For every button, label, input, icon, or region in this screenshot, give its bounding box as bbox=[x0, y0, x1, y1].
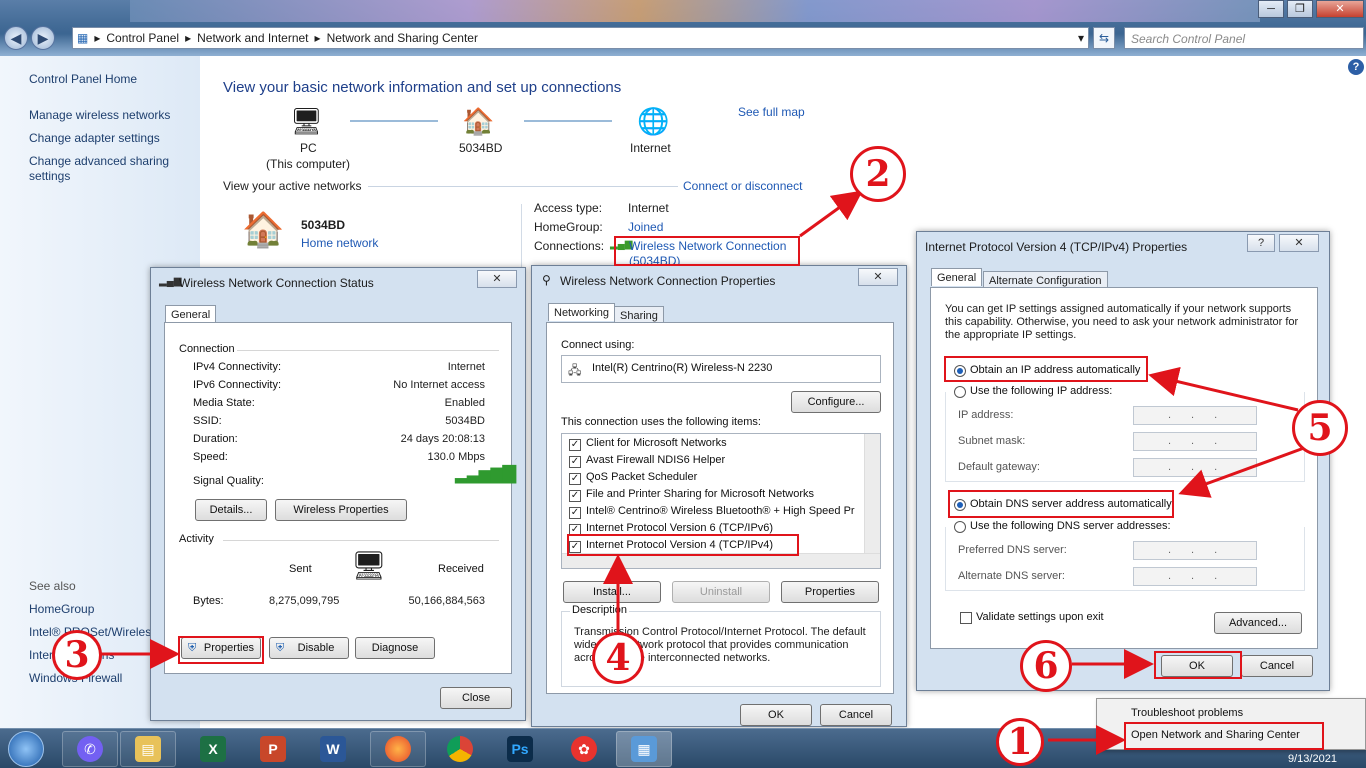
annotation-3: 3 bbox=[52, 630, 102, 680]
annotation-4: 4 bbox=[592, 632, 644, 684]
arrow-5b bbox=[1178, 446, 1305, 498]
annotation-6: 6 bbox=[1020, 640, 1072, 692]
annotation-5: 5 bbox=[1292, 400, 1348, 456]
annotation-arrows bbox=[100, 190, 1305, 755]
arrow-2 bbox=[799, 190, 863, 238]
annotation-2: 2 bbox=[850, 146, 906, 202]
annotation-1: 1 bbox=[996, 718, 1044, 766]
arrow-5a bbox=[1148, 366, 1299, 412]
